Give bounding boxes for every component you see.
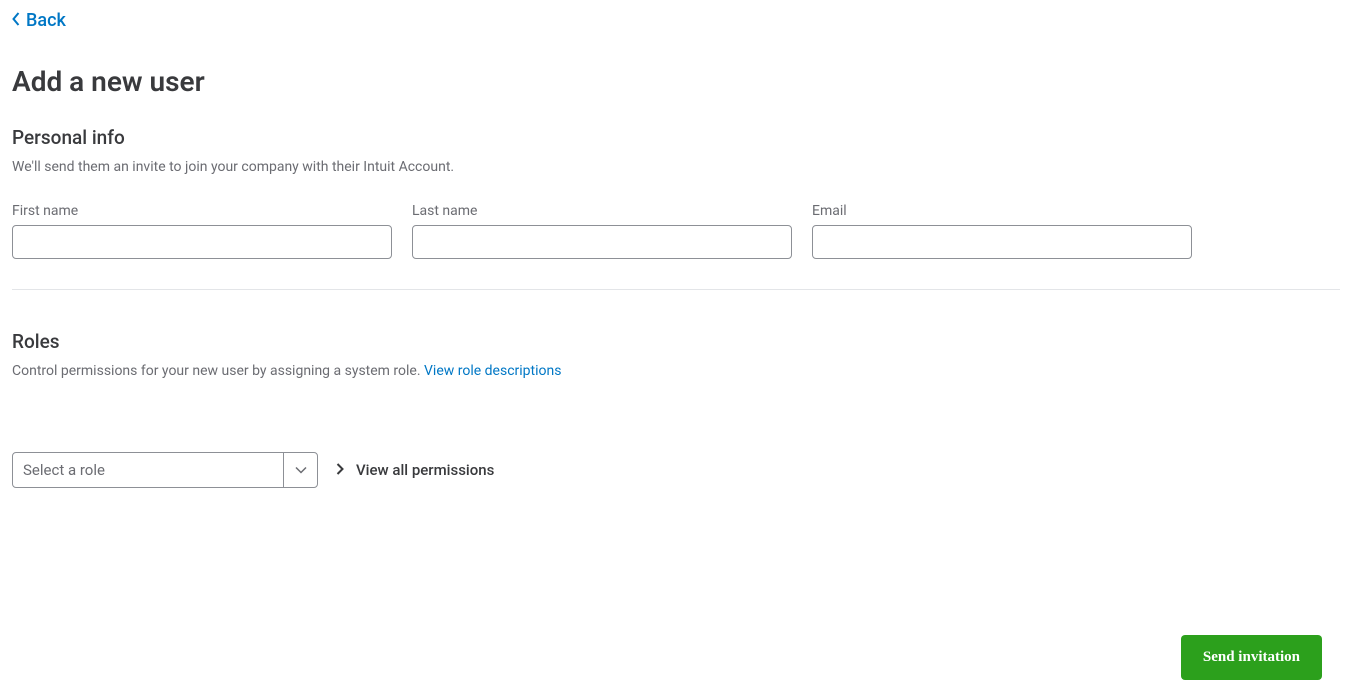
last-name-input[interactable] <box>412 225 792 259</box>
personal-info-heading: Personal info <box>12 126 1340 149</box>
view-role-descriptions-link[interactable]: View role descriptions <box>424 363 561 379</box>
personal-info-desc: We'll send them an invite to join your c… <box>12 159 1340 175</box>
role-select[interactable]: Select a role <box>12 452 318 488</box>
roles-heading: Roles <box>12 330 1340 353</box>
chevron-down-icon <box>283 453 317 487</box>
view-all-permissions-label: View all permissions <box>356 461 494 479</box>
page-title: Add a new user <box>12 65 1340 98</box>
email-input[interactable] <box>812 225 1192 259</box>
footer-actions: Send invitation <box>1181 635 1322 680</box>
section-divider <box>12 289 1340 290</box>
roles-desc-text: Control permissions for your new user by… <box>12 363 424 379</box>
role-select-placeholder: Select a role <box>13 453 283 487</box>
email-label: Email <box>812 203 1192 219</box>
first-name-input[interactable] <box>12 225 392 259</box>
back-button[interactable]: Back <box>0 0 78 41</box>
first-name-label: First name <box>12 203 392 219</box>
chevron-right-icon <box>336 461 344 479</box>
first-name-field-group: First name <box>12 203 392 259</box>
chevron-left-icon <box>12 10 20 31</box>
last-name-label: Last name <box>412 203 792 219</box>
roles-desc: Control permissions for your new user by… <box>12 363 1340 379</box>
view-all-permissions-toggle[interactable]: View all permissions <box>336 461 494 479</box>
email-field-group: Email <box>812 203 1192 259</box>
personal-info-section: Personal info We'll send them an invite … <box>12 126 1340 259</box>
last-name-field-group: Last name <box>412 203 792 259</box>
send-invitation-button[interactable]: Send invitation <box>1181 635 1322 680</box>
back-label: Back <box>26 10 66 31</box>
roles-section: Roles Control permissions for your new u… <box>12 330 1340 488</box>
